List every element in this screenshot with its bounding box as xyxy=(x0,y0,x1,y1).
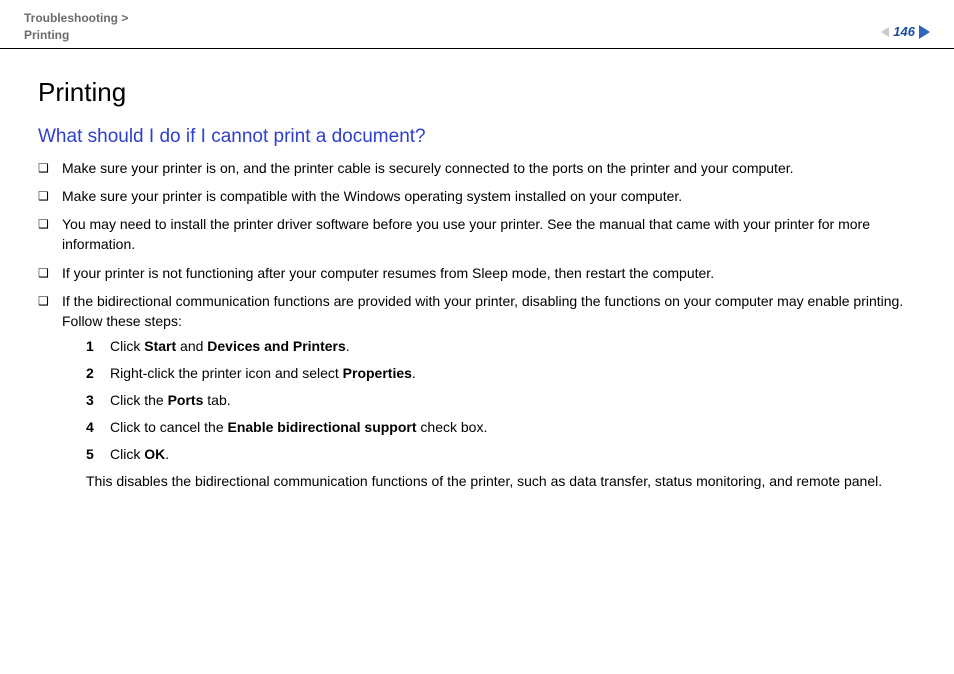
step-item: 5Click OK. xyxy=(86,444,916,465)
breadcrumb: Troubleshooting > Printing xyxy=(24,10,128,44)
page-nav: 146 xyxy=(881,24,930,39)
breadcrumb-sep: > xyxy=(121,11,128,25)
step-text: Click the Ports tab. xyxy=(110,390,916,411)
breadcrumb-current[interactable]: Printing xyxy=(24,28,69,42)
page-number: 146 xyxy=(893,24,915,39)
bullet-icon: ❑ xyxy=(38,186,62,205)
bullet-text: You may need to install the printer driv… xyxy=(62,214,916,255)
page-header: Troubleshooting > Printing 146 xyxy=(24,10,930,48)
bullet-icon: ❑ xyxy=(38,214,62,233)
bullet-icon: ❑ xyxy=(38,158,62,177)
steps-list: 1Click Start and Devices and Printers. 2… xyxy=(62,336,916,465)
document-page: Troubleshooting > Printing 146 Printing … xyxy=(0,0,954,674)
bullet-text: Make sure your printer is on, and the pr… xyxy=(62,158,916,178)
next-page-icon[interactable] xyxy=(919,25,930,39)
bullet-list: ❑Make sure your printer is on, and the p… xyxy=(38,158,916,491)
step-item: 1Click Start and Devices and Printers. xyxy=(86,336,916,357)
bullet-icon: ❑ xyxy=(38,263,62,282)
bullet-text: If the bidirectional communication funct… xyxy=(62,293,903,329)
step-item: 4Click to cancel the Enable bidirectiona… xyxy=(86,417,916,438)
step-text: Click Start and Devices and Printers. xyxy=(110,336,916,357)
after-steps-text: This disables the bidirectional communic… xyxy=(62,471,916,491)
step-item: 2Right-click the printer icon and select… xyxy=(86,363,916,384)
question-heading: What should I do if I cannot print a doc… xyxy=(38,126,916,148)
bullet-icon: ❑ xyxy=(38,291,62,310)
prev-page-icon[interactable] xyxy=(881,27,889,37)
step-text: Click to cancel the Enable bidirectional… xyxy=(110,417,916,438)
list-item: ❑If your printer is not functioning afte… xyxy=(38,263,916,283)
step-item: 3Click the Ports tab. xyxy=(86,390,916,411)
list-item: ❑ If the bidirectional communication fun… xyxy=(38,291,916,491)
step-number: 5 xyxy=(86,444,110,465)
bullet-text-with-steps: If the bidirectional communication funct… xyxy=(62,291,916,491)
breadcrumb-parent[interactable]: Troubleshooting xyxy=(24,11,118,25)
list-item: ❑Make sure your printer is on, and the p… xyxy=(38,158,916,178)
page-title: Printing xyxy=(38,77,916,108)
bullet-text: Make sure your printer is compatible wit… xyxy=(62,186,916,206)
list-item: ❑Make sure your printer is compatible wi… xyxy=(38,186,916,206)
step-number: 2 xyxy=(86,363,110,384)
step-number: 4 xyxy=(86,417,110,438)
bullet-text: If your printer is not functioning after… xyxy=(62,263,916,283)
step-text: Click OK. xyxy=(110,444,916,465)
content: Printing What should I do if I cannot pr… xyxy=(24,49,930,491)
step-number: 1 xyxy=(86,336,110,357)
step-text: Right-click the printer icon and select … xyxy=(110,363,916,384)
list-item: ❑You may need to install the printer dri… xyxy=(38,214,916,255)
step-number: 3 xyxy=(86,390,110,411)
